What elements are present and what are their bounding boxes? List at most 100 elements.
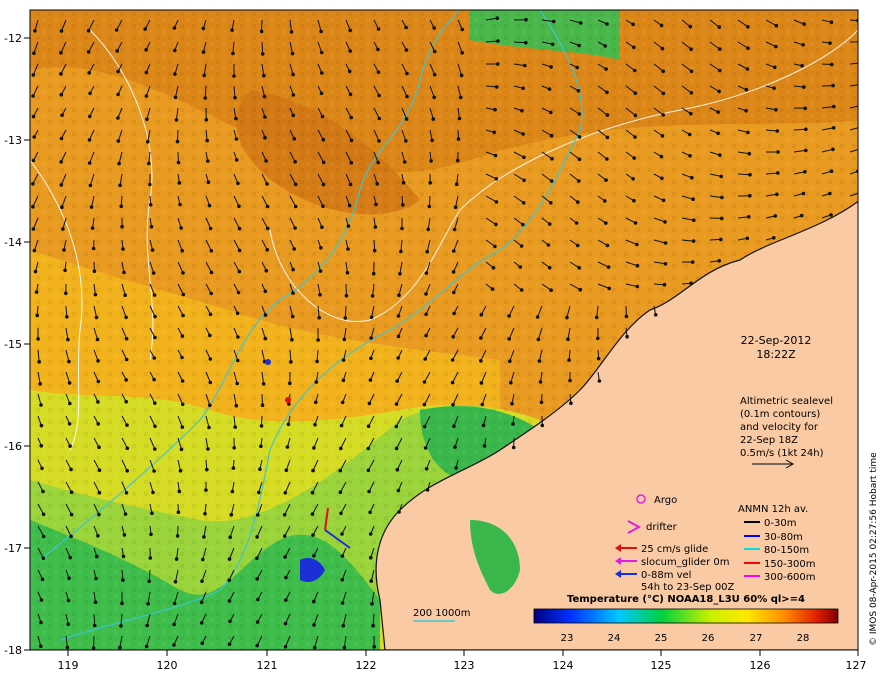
velocity-arrow-head <box>568 378 572 383</box>
lon-tick: 126 <box>750 650 771 672</box>
velocity-arrow-head <box>259 444 263 449</box>
velocity-arrow-head <box>236 181 240 186</box>
velocity-arrow-head <box>66 598 71 603</box>
velocity-arrow-head <box>114 28 119 32</box>
velocity-arrow-head <box>144 644 149 649</box>
velocity-arrow-head <box>205 467 209 472</box>
velocity-arrow-head <box>535 315 540 319</box>
velocity-arrow-head <box>66 337 70 342</box>
velocity-arrow-head <box>227 642 232 646</box>
velocity-arrow-head <box>87 138 92 142</box>
velocity-arrow-head <box>181 271 185 275</box>
velocity-arrow-head <box>208 357 213 361</box>
velocity-arrow-head <box>632 45 636 50</box>
velocity-arrow-head <box>566 337 570 342</box>
velocity-arrow-head <box>537 359 542 363</box>
velocity-arrow-head <box>522 155 526 160</box>
velocity-arrow-head <box>31 94 35 98</box>
velocity-arrow-head <box>125 469 129 473</box>
velocity-arrow-head <box>631 22 635 27</box>
velocity-arrow-head <box>719 216 724 221</box>
lat-tick: -13 <box>4 134 30 147</box>
velocity-arrow-head <box>209 270 214 275</box>
velocity-arrow-head <box>369 356 373 361</box>
velocity-arrow-head <box>776 150 780 154</box>
velocity-arrow-head <box>632 68 637 73</box>
velocity-arrow-head <box>423 357 428 361</box>
velocity-arrow-head <box>234 158 239 162</box>
velocity-arrow-head <box>119 624 123 628</box>
velocity-arrow-head <box>432 95 437 100</box>
longitude-axis: 119 120 121 122 123 124 125 126 127 <box>58 650 867 672</box>
velocity-arrow-head <box>152 377 156 382</box>
velocity-arrow-head <box>536 337 541 342</box>
velocity-arrow-head <box>521 201 526 205</box>
velocity-arrow-head <box>374 202 378 207</box>
date-label: 22-Sep-2012 <box>741 334 812 347</box>
velocity-arrow-head <box>261 382 266 386</box>
velocity-arrow-head <box>774 23 779 28</box>
velocity-arrow-head <box>368 555 373 560</box>
velocity-arrow-head <box>577 43 581 48</box>
velocity-arrow-head <box>39 620 43 625</box>
velocity-arrow-head <box>201 26 206 31</box>
velocity-arrow-head <box>575 243 580 248</box>
velocity-arrow-head <box>68 555 72 560</box>
lat-tick: -14 <box>4 236 30 249</box>
velocity-arrow-head <box>578 287 583 292</box>
velocity-arrow-head <box>177 489 182 494</box>
velocity-arrow-head <box>689 111 693 116</box>
velocity-arrow-head <box>482 444 487 448</box>
velocity-arrow-head <box>633 135 637 139</box>
velocity-arrow-head <box>310 490 315 495</box>
velocity-arrow-head <box>347 69 352 74</box>
velocity-arrow-head <box>178 468 183 473</box>
velocity-arrow-head <box>661 198 666 203</box>
velocity-arrow-head <box>88 183 93 188</box>
velocity-arrow-head <box>232 74 236 78</box>
velocity-arrow-head <box>255 556 259 560</box>
velocity-arrow-head <box>494 85 499 89</box>
lat-tick: -15 <box>4 338 30 351</box>
velocity-arrow-head <box>286 422 291 427</box>
velocity-arrow-head <box>539 400 544 405</box>
velocity-arrow-head <box>173 95 178 100</box>
velocity-arrow-head <box>231 466 236 470</box>
velocity-arrow-head <box>400 226 404 231</box>
velocity-arrow-head <box>263 115 267 119</box>
velocity-arrow-head <box>203 96 207 100</box>
velocity-arrow-head <box>145 117 149 121</box>
velocity-arrow-head <box>801 191 806 196</box>
velocity-arrow-head <box>422 424 427 429</box>
velocity-arrow-head <box>577 179 581 183</box>
velocity-arrow-head <box>507 337 512 341</box>
velocity-arrow-head <box>663 241 668 245</box>
velocity-arrow-head <box>522 178 526 183</box>
velocity-arrow-head <box>204 488 208 492</box>
velocity-arrow-head <box>153 314 157 319</box>
velocity-arrow-head <box>262 73 266 78</box>
velocity-arrow-head <box>121 554 126 559</box>
velocity-arrow-head <box>577 112 582 116</box>
velocity-arrow-head <box>208 380 213 385</box>
velocity-arrow-head <box>550 42 555 47</box>
velocity-arrow-head <box>86 50 91 54</box>
svg-text:ANMN 12h av.: ANMN 12h av. <box>738 504 808 515</box>
velocity-arrow-head <box>312 645 317 650</box>
velocity-arrow-head <box>744 87 749 92</box>
velocity-arrow-head <box>662 282 667 287</box>
lon-tick: 123 <box>454 650 475 672</box>
velocity-arrow-head <box>87 161 92 165</box>
velocity-arrow-head <box>153 335 157 340</box>
velocity-arrow-head <box>230 28 234 32</box>
velocity-arrow-head <box>340 601 345 605</box>
velocity-arrow-head <box>605 22 609 26</box>
velocity-arrow-head <box>396 356 401 360</box>
velocity-arrow-head <box>97 490 102 495</box>
velocity-arrow-head <box>147 579 151 584</box>
lon-tick: 122 <box>356 650 377 672</box>
velocity-arrow-head <box>283 621 288 626</box>
velocity-arrow-head <box>118 645 122 650</box>
velocity-arrow-head <box>831 83 835 88</box>
velocity-arrow-head <box>124 491 129 495</box>
